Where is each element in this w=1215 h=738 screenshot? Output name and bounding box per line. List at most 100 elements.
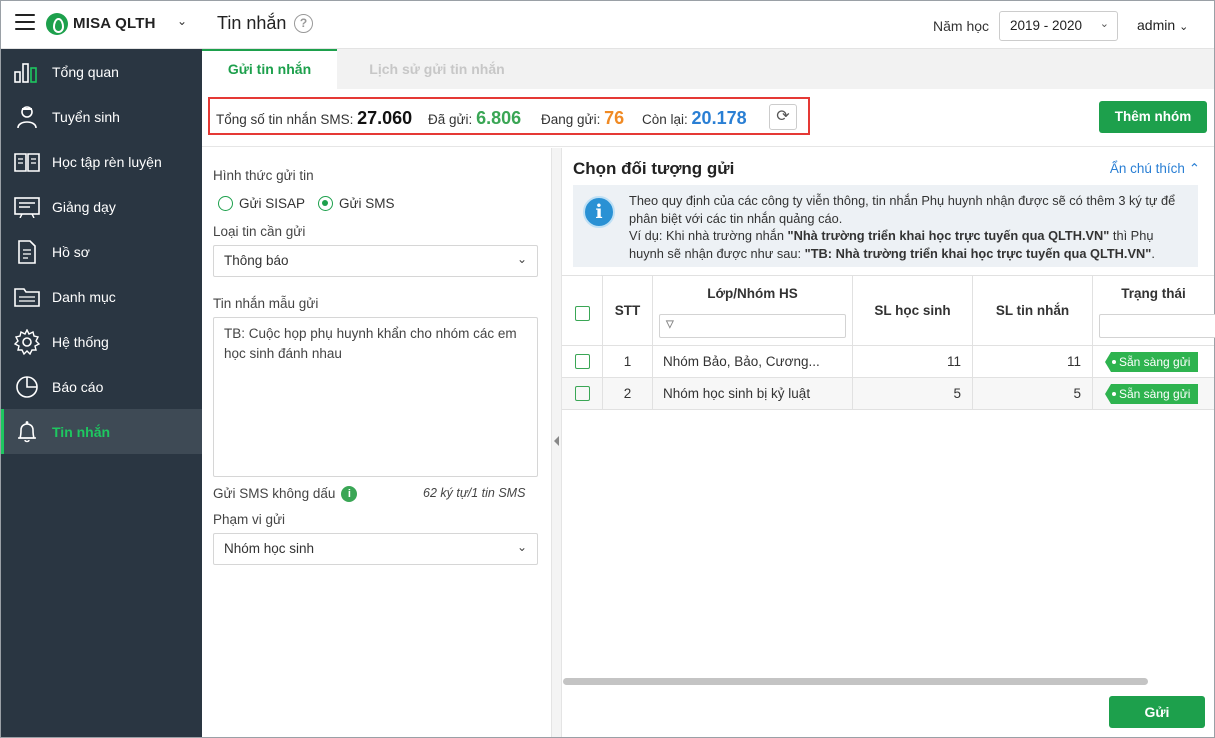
- panel-splitter[interactable]: [551, 148, 562, 737]
- message-form: Hình thức gửi tin Gửi SISAP Gửi SMS Loại…: [202, 148, 551, 737]
- misa-logo-icon: [46, 13, 68, 35]
- stat-sending: Đang gửi: 76: [541, 108, 625, 128]
- status-badge: Sẵn sàng gửi: [1105, 384, 1199, 404]
- template-label: Tin nhắn mẫu gửi: [213, 296, 319, 311]
- document-icon: [13, 239, 41, 264]
- row-students: 11: [853, 346, 973, 377]
- sidebar-item-study[interactable]: Học tập rèn luyện: [1, 139, 202, 184]
- sidebar-item-records[interactable]: Hồ sơ: [1, 229, 202, 274]
- stat-sent-value: 6.806: [476, 108, 522, 128]
- sidebar-item-teaching[interactable]: Giảng dạy: [1, 184, 202, 229]
- table-row[interactable]: 2 Nhóm học sinh bị kỷ luật 5 5 Sẵn sàng …: [562, 378, 1214, 410]
- dashboard-chart-icon: [13, 60, 41, 84]
- stat-sending-value: 76: [604, 108, 625, 128]
- school-year-value: 2019 - 2020: [1010, 18, 1083, 33]
- sidebar: Tổng quan Tuyển sinh Học tập rèn luyện G…: [1, 49, 202, 737]
- app-name: MISA QLTH: [73, 15, 156, 32]
- sms-stats-bar: Tổng số tin nhắn SMS: 27.060 Đã gửi: 6.8…: [202, 89, 1214, 147]
- class-group-filter-input[interactable]: ▽: [659, 314, 846, 338]
- refresh-icon[interactable]: ⟳: [769, 104, 797, 130]
- radio-checked-icon: [318, 196, 333, 211]
- column-header-status: Trạng thái: [1093, 276, 1215, 346]
- filter-icon: ▽: [666, 319, 674, 330]
- info-icon[interactable]: i: [341, 486, 358, 503]
- recipients-title: Chọn đối tượng gửi: [573, 159, 735, 178]
- scope-label: Phạm vi gửi: [213, 512, 286, 527]
- notice-text: Theo quy định của các công ty viễn thông…: [629, 193, 1176, 261]
- row-stt: 1: [603, 346, 653, 377]
- sidebar-item-admission[interactable]: Tuyển sinh: [1, 94, 202, 139]
- add-group-button[interactable]: Thêm nhóm: [1099, 101, 1207, 133]
- sidebar-item-label: Báo cáo: [52, 378, 104, 395]
- column-header-messages: SL tin nhắn: [973, 276, 1093, 346]
- stat-remaining: Còn lại: 20.178: [642, 108, 747, 128]
- table-row[interactable]: 1 Nhóm Bảo, Bảo, Cương... 11 11 Sẵn sàng…: [562, 346, 1214, 378]
- row-stt: 2: [603, 378, 653, 409]
- template-textarea[interactable]: TB: Cuộc họp phụ huynh khẩn cho nhóm các…: [213, 317, 538, 477]
- stat-remaining-value: 20.178: [691, 108, 747, 128]
- chevron-down-icon: ⌄: [1099, 18, 1109, 30]
- hamburger-menu-icon[interactable]: [15, 14, 35, 32]
- row-name: Nhóm Bảo, Bảo, Cương...: [653, 346, 853, 377]
- chevron-up-icon: ⌃: [1188, 161, 1200, 176]
- radio-send-sms[interactable]: Gửi SMS: [318, 196, 395, 211]
- help-icon[interactable]: ?: [294, 14, 313, 33]
- horizontal-scrollbar[interactable]: [563, 678, 1148, 685]
- chevron-down-icon: ⌄: [1179, 21, 1189, 33]
- sms-stats-highlight: Tổng số tin nhắn SMS: 27.060 Đã gửi: 6.8…: [208, 97, 810, 135]
- send-method-label: Hình thức gửi tin: [213, 168, 314, 183]
- sidebar-item-label: Hệ thống: [52, 333, 109, 350]
- pie-chart-icon: [13, 375, 41, 399]
- stat-total-value: 27.060: [357, 108, 413, 128]
- sidebar-item-overview[interactable]: Tổng quan: [1, 49, 202, 94]
- message-type-label: Loại tin cần gửi: [213, 224, 306, 239]
- sidebar-item-system[interactable]: Hệ thống: [1, 319, 202, 364]
- sidebar-item-reports[interactable]: Báo cáo: [1, 364, 202, 409]
- send-button[interactable]: Gửi: [1109, 696, 1205, 728]
- school-year-label: Năm học: [933, 18, 990, 34]
- school-year-select[interactable]: 2019 - 2020 ⌄: [999, 11, 1118, 41]
- sidebar-item-label: Giảng dạy: [52, 198, 116, 215]
- tab-message-history[interactable]: Lịch sử gửi tin nhắn: [352, 49, 522, 89]
- blackboard-icon: [13, 195, 41, 219]
- status-filter-input[interactable]: [1099, 314, 1215, 338]
- sidebar-item-label: Tin nhắn: [52, 423, 111, 440]
- hide-note-link[interactable]: Ẩn chú thích ⌃: [1110, 161, 1200, 177]
- row-messages: 11: [973, 346, 1093, 377]
- select-all-header: [562, 276, 603, 346]
- notice-box: i Theo quy định của các công ty viễn thô…: [573, 185, 1198, 267]
- tab-bar: Gửi tin nhắn Lịch sử gửi tin nhắn: [202, 49, 1214, 89]
- scope-select[interactable]: Nhóm học sinh ⌄: [213, 533, 538, 565]
- user-name: admin: [1137, 17, 1176, 33]
- recipients-table: STT Lớp/Nhóm HS ▽ SL học sinh SL tin nhắ…: [562, 275, 1215, 410]
- tab-send-message[interactable]: Gửi tin nhắn: [202, 49, 337, 89]
- sidebar-item-label: Tổng quan: [52, 63, 119, 80]
- app-switcher-chevron-icon[interactable]: ⌄: [177, 14, 187, 28]
- row-checkbox[interactable]: [575, 386, 590, 401]
- char-count: 62 ký tự/1 tin SMS: [423, 486, 526, 500]
- collapse-arrow-icon[interactable]: [554, 436, 559, 446]
- radio-circle-icon: [218, 196, 233, 211]
- student-icon: [13, 105, 41, 129]
- recipients-panel: Chọn đối tượng gửi Ẩn chú thích ⌃ i Theo…: [562, 148, 1215, 737]
- sidebar-item-catalog[interactable]: Danh mục: [1, 274, 202, 319]
- user-menu[interactable]: admin ⌄: [1137, 17, 1188, 33]
- message-type-select[interactable]: Thông báo ⌄: [213, 245, 538, 277]
- row-name: Nhóm học sinh bị kỷ luật: [653, 378, 853, 409]
- sidebar-item-messages[interactable]: Tin nhắn: [1, 409, 202, 454]
- sidebar-item-label: Tuyển sinh: [52, 108, 120, 125]
- top-bar: MISA QLTH ⌄ Tin nhắn ? Năm học 2019 - 20…: [1, 1, 1214, 49]
- select-all-checkbox[interactable]: [575, 306, 590, 321]
- row-messages: 5: [973, 378, 1093, 409]
- sidebar-item-label: Danh mục: [52, 288, 116, 305]
- column-header-students: SL học sinh: [853, 276, 973, 346]
- radio-send-sisap[interactable]: Gửi SISAP: [218, 196, 305, 211]
- sidebar-item-label: Hồ sơ: [52, 243, 90, 260]
- gear-icon: [13, 328, 41, 355]
- no-accent-label: Gửi SMS không dấu i: [213, 486, 358, 503]
- row-checkbox[interactable]: [575, 354, 590, 369]
- page-title: Tin nhắn: [217, 13, 287, 33]
- info-icon: i: [583, 196, 615, 228]
- folder-icon: [13, 285, 41, 309]
- book-icon: [13, 150, 41, 174]
